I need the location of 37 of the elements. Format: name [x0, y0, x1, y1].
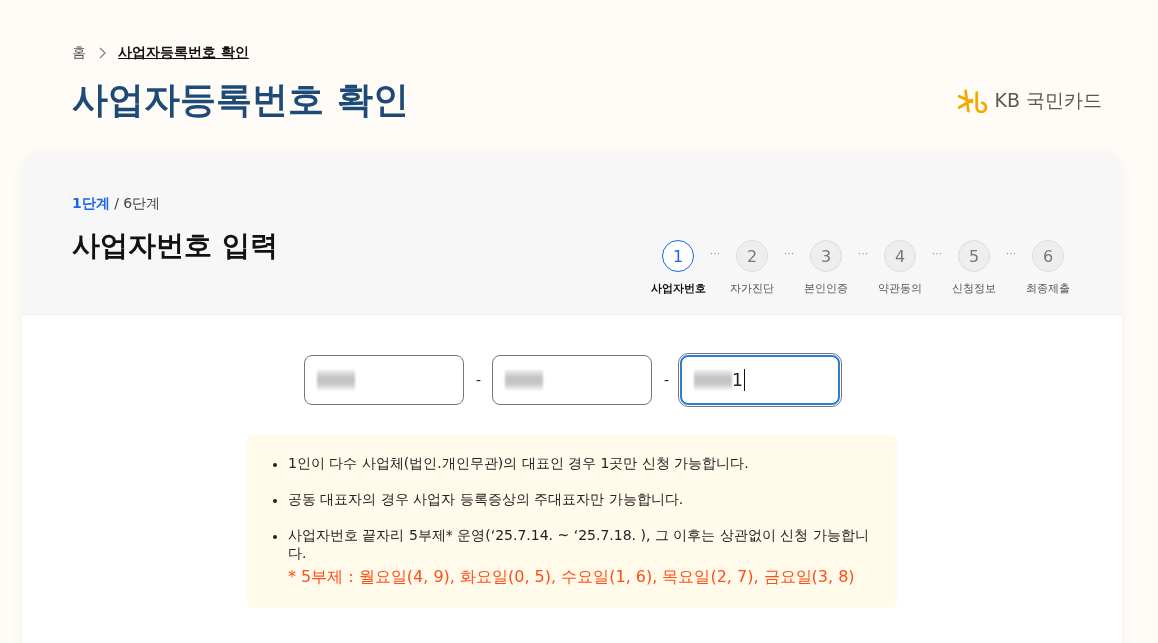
notice-note: * 5부제 : 월요일(4, 9), 화요일(0, 5), 수요일(1, 6), 목요일(2, 7), 금요일(3, 8) — [288, 567, 856, 588]
input-field[interactable] — [492, 355, 652, 405]
step-label: 최종제출 — [1026, 281, 1070, 296]
notice-text: 사업자번호 끝자리 5부제* 운영(‘25.7.14. ~ ‘25.7.18. ), 그 이후는 상관없이 신청 가능합니다. — [288, 527, 870, 563]
home-link[interactable]: 홈 — [72, 44, 86, 62]
step-label: 자가진단 — [730, 281, 774, 296]
step-counter: 1단계 / 6단계 — [72, 195, 162, 213]
bullet-icon — [273, 499, 277, 503]
step-number: 5 — [958, 240, 990, 272]
current-page-link[interactable]: 사업자등록번호 확인 — [118, 44, 249, 62]
input-field[interactable]: 1 — [680, 355, 840, 405]
step-number: 2 — [736, 240, 768, 272]
bullet-icon — [273, 535, 277, 539]
chevron-right-icon — [98, 47, 106, 59]
step-number: 1 — [662, 240, 694, 272]
input-value: 1 — [732, 370, 743, 390]
step-number: 6 — [1032, 240, 1064, 272]
step-separator: ··· — [856, 247, 870, 260]
dash: - — [476, 372, 480, 388]
step-separator: ··· — [930, 247, 944, 260]
page-title: 사업자등록번호 확인 — [72, 78, 409, 122]
step-separator: ··· — [782, 247, 796, 260]
step-label: 신청정보 — [952, 281, 996, 296]
step-separator: ··· — [1004, 247, 1018, 260]
brand-name: KB 국민카드 — [994, 87, 1102, 113]
step-label: 사업자번호 — [650, 281, 706, 296]
input-field[interactable] — [304, 355, 464, 405]
notice-text: 공동 대표자의 경우 사업자 등록증상의 주대표자만 가능합니다. — [288, 491, 684, 509]
dash: - — [664, 372, 668, 388]
bullet-icon — [273, 463, 277, 467]
step-number: 4 — [884, 240, 916, 272]
step-label: 본인인증 — [804, 281, 848, 296]
notice-text: 1인이 다수 사업체(법인.개인무관)의 대표인 경우 1곳만 신청 가능합니다. — [288, 455, 749, 473]
section-title: 사업자번호 입력 — [72, 228, 278, 264]
step-number: 3 — [810, 240, 842, 272]
step-separator: ··· — [708, 247, 722, 260]
step-label: 약관동의 — [878, 281, 922, 296]
